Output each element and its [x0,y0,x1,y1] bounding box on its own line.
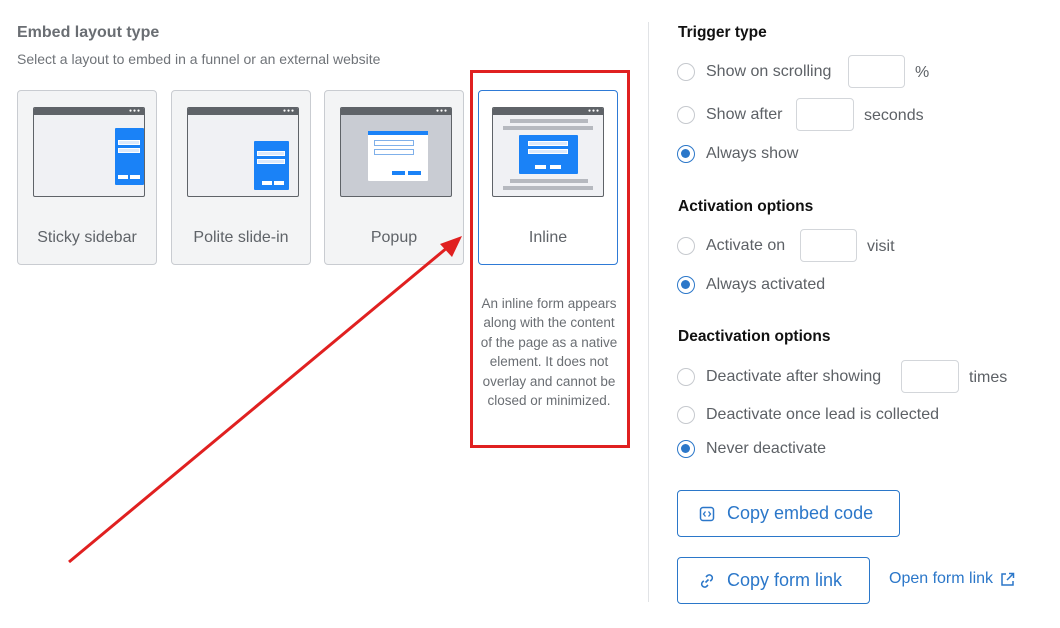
deactivation-options-title: Deactivation options [678,328,831,345]
activation-option-activate-on[interactable]: Activate on [677,236,785,256]
radio-icon[interactable] [677,106,695,124]
copy-form-link-button[interactable]: Copy form link [677,557,870,604]
deactivation-option-never[interactable]: Never deactivate [677,439,826,459]
trigger-option-scrolling[interactable]: Show on scrolling [677,62,831,82]
seconds-unit: seconds [864,107,924,124]
radio-icon[interactable] [677,368,695,386]
option-label: Show on scrolling [706,63,832,80]
visit-input[interactable] [800,229,857,262]
option-label: Show after [706,106,783,123]
copy-form-link-label: Copy form link [727,570,843,590]
trigger-option-show-after[interactable]: Show after [677,105,782,125]
radio-icon[interactable] [677,237,695,255]
annotation-arrow-icon [68,236,462,564]
external-link-icon [1001,572,1015,586]
trigger-option-always-show[interactable]: Always show [677,144,798,164]
activation-option-always[interactable]: Always activated [677,275,825,295]
deactivation-option-after-showing[interactable]: Deactivate after showing [677,367,881,387]
option-label: Always show [706,145,799,162]
deactivation-option-lead-collected[interactable]: Deactivate once lead is collected [677,405,939,425]
column-divider [648,22,649,602]
code-icon [698,505,716,523]
open-form-link[interactable]: Open form link [889,570,1016,588]
link-icon [698,572,716,590]
option-label: Activate on [706,237,786,254]
times-input[interactable] [901,360,959,393]
activation-options-title: Activation options [678,198,814,215]
scroll-unit: % [915,64,930,81]
seconds-input[interactable] [796,98,854,131]
scroll-percent-input[interactable] [848,55,905,88]
times-unit: times [969,369,1008,386]
visit-unit: visit [867,238,895,255]
radio-icon[interactable] [677,406,695,424]
radio-checked-icon[interactable] [677,276,695,294]
option-label: Deactivate after showing [706,368,882,385]
option-label: Always activated [706,276,826,293]
trigger-type-title: Trigger type [678,24,767,41]
copy-embed-code-label: Copy embed code [727,503,874,523]
option-label: Never deactivate [706,440,827,457]
radio-icon[interactable] [677,63,695,81]
open-form-link-label: Open form link [889,570,994,587]
radio-checked-icon[interactable] [677,145,695,163]
option-label: Deactivate once lead is collected [706,406,940,423]
copy-embed-code-button[interactable]: Copy embed code [677,490,900,537]
radio-checked-icon[interactable] [677,440,695,458]
